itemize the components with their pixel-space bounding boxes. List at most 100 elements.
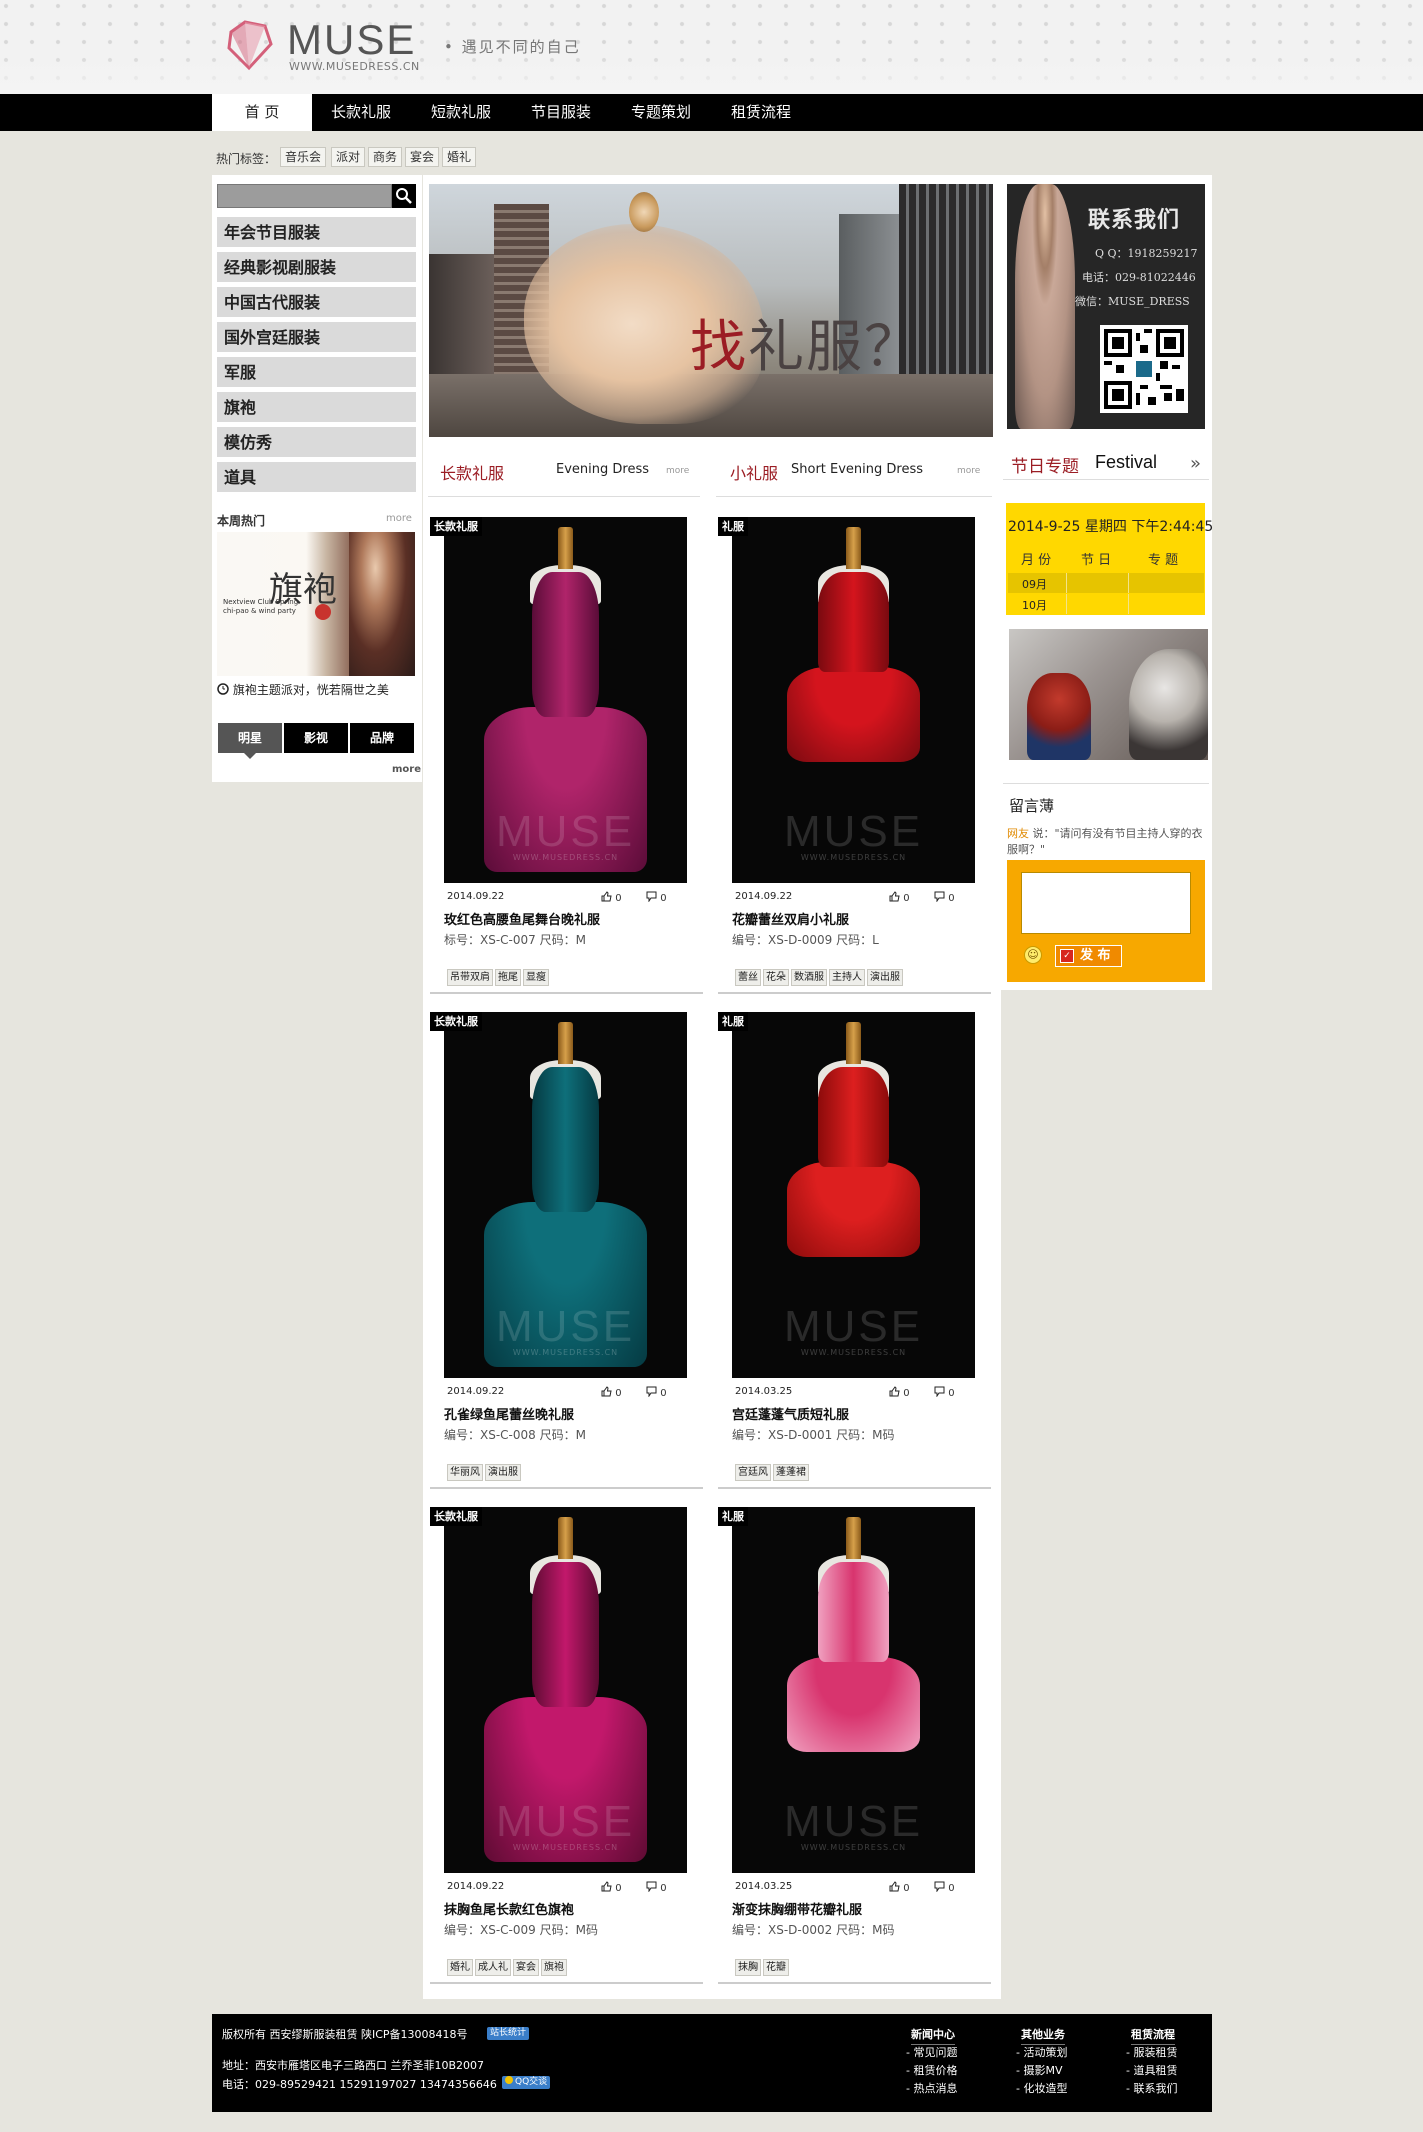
category-item[interactable]: 国外宫廷服装 — [217, 322, 416, 353]
product-tag[interactable]: 拖尾 — [495, 969, 521, 986]
like-button[interactable]: 0 — [601, 1881, 622, 1894]
product-tag[interactable]: 宴会 — [513, 1959, 539, 1976]
product-tag[interactable]: 吊带双肩 — [447, 969, 493, 986]
product-tag[interactable]: 华丽风 — [447, 1464, 483, 1481]
guestbook-textarea[interactable] — [1021, 872, 1191, 934]
nav-show-costume[interactable]: 节目服装 — [511, 94, 611, 131]
product-title[interactable]: 渐变抹胸绷带花瓣礼服 — [732, 1899, 862, 1918]
festival-photo[interactable] — [1009, 629, 1208, 760]
comment-button[interactable]: 0 — [934, 891, 955, 904]
product-title[interactable]: 宫廷蓬蓬气质短礼服 — [732, 1404, 849, 1423]
product-tag[interactable]: 主持人 — [829, 969, 865, 986]
tab-brand[interactable]: 品牌 — [350, 723, 414, 753]
product-photo[interactable]: MUSE WWW.MUSEDRESS.CN — [732, 1012, 975, 1378]
category-item[interactable]: 经典影视剧服装 — [217, 252, 416, 283]
product-title[interactable]: 孔雀绿鱼尾蕾丝晚礼服 — [444, 1404, 574, 1423]
calendar-row[interactable]: 10月 — [1008, 594, 1204, 614]
double-chevron-right-icon[interactable]: » — [1190, 453, 1201, 474]
product-card[interactable]: 礼服 MUSE WWW.MUSEDRESS.CN 2014.03.25 0 0 … — [718, 1507, 991, 1997]
product-photo[interactable]: MUSE WWW.MUSEDRESS.CN — [444, 1012, 687, 1378]
product-photo[interactable]: MUSE WWW.MUSEDRESS.CN — [444, 1507, 687, 1873]
product-tag[interactable]: 花瓣 — [763, 1959, 789, 1976]
comment-button[interactable]: 0 — [934, 1881, 955, 1894]
footer-link[interactable]: - 联系我们 — [1126, 2080, 1177, 2096]
footer-link[interactable]: - 化妆造型 — [1016, 2080, 1067, 2096]
product-card[interactable]: 礼服 MUSE WWW.MUSEDRESS.CN 2014.03.25 0 0 … — [718, 1012, 991, 1502]
calendar-row[interactable]: 09月 — [1008, 573, 1204, 593]
product-title[interactable]: 花瓣蕾丝双肩小礼服 — [732, 909, 849, 928]
footer-link[interactable]: - 租赁价格 — [906, 2062, 957, 2078]
like-button[interactable]: 0 — [601, 891, 622, 904]
diamond-logo-icon[interactable] — [225, 18, 275, 72]
product-title[interactable]: 抹胸鱼尾长款红色旗袍 — [444, 1899, 574, 1918]
product-tag[interactable]: 演出服 — [485, 1464, 521, 1481]
week-hot-caption[interactable]: 旗袍主题派对，恍若隔世之美 — [217, 681, 389, 698]
like-button[interactable]: 0 — [889, 1386, 910, 1399]
category-item[interactable]: 中国古代服装 — [217, 287, 416, 318]
product-tag[interactable]: 蕾丝 — [735, 969, 761, 986]
calendar-divider — [1066, 594, 1067, 614]
nav-rental-process[interactable]: 租赁流程 — [711, 94, 811, 131]
product-tag[interactable]: 演出服 — [867, 969, 903, 986]
footer-link[interactable]: - 摄影MV — [1016, 2062, 1062, 2078]
category-item[interactable]: 道具 — [217, 462, 416, 493]
logo-wordmark[interactable]: MUSE — [287, 16, 416, 64]
footer-link[interactable]: - 活动策划 — [1016, 2044, 1067, 2060]
comment-button[interactable]: 0 — [934, 1386, 955, 1399]
product-tag[interactable]: 旗袍 — [541, 1959, 567, 1976]
week-hot-more-link[interactable]: more — [386, 513, 412, 524]
footer-link[interactable]: - 热点消息 — [906, 2080, 957, 2096]
product-tag[interactable]: 蓬蓬裙 — [773, 1464, 809, 1481]
product-card[interactable]: 礼服 MUSE WWW.MUSEDRESS.CN 2014.09.22 0 0 … — [718, 517, 991, 1007]
product-photo[interactable]: MUSE WWW.MUSEDRESS.CN — [732, 517, 975, 883]
section-more-link[interactable]: more — [957, 466, 980, 476]
publish-button[interactable]: ✓ 发 布 — [1055, 945, 1122, 967]
product-tag[interactable]: 花朵 — [763, 969, 789, 986]
search-input[interactable] — [217, 184, 392, 208]
product-photo[interactable]: MUSE WWW.MUSEDRESS.CN — [444, 517, 687, 883]
hot-tag[interactable]: 派对 — [331, 147, 366, 167]
product-tag[interactable]: 宫廷风 — [735, 1464, 771, 1481]
footer-link[interactable]: - 服装租赁 — [1126, 2044, 1177, 2060]
nav-special[interactable]: 专题策划 — [611, 94, 711, 131]
section-more-link[interactable]: more — [666, 466, 689, 476]
nav-long-dress[interactable]: 长款礼服 — [311, 94, 411, 131]
product-card[interactable]: 长款礼服 MUSE WWW.MUSEDRESS.CN 2014.09.22 0 … — [430, 1012, 703, 1502]
product-tag[interactable]: 抹胸 — [735, 1959, 761, 1976]
hot-tag[interactable]: 宴会 — [405, 147, 440, 167]
like-button[interactable]: 0 — [889, 1881, 910, 1894]
tab-stars[interactable]: 明星 — [218, 723, 282, 753]
hot-tag[interactable]: 商务 — [368, 147, 403, 167]
tabs-more-link[interactable]: more — [392, 764, 421, 775]
like-button[interactable]: 0 — [601, 1386, 622, 1399]
comment-button[interactable]: 0 — [646, 1881, 667, 1894]
footer-link[interactable]: - 常见问题 — [906, 2044, 957, 2060]
nav-home[interactable]: 首 页 — [212, 94, 312, 131]
category-item[interactable]: 军服 — [217, 357, 416, 388]
product-tag[interactable]: 成人礼 — [475, 1959, 511, 1976]
tab-film[interactable]: 影视 — [284, 723, 348, 753]
footer-link[interactable]: - 道具租赁 — [1126, 2062, 1177, 2078]
product-photo[interactable]: MUSE WWW.MUSEDRESS.CN — [732, 1507, 975, 1873]
product-card[interactable]: 长款礼服 MUSE WWW.MUSEDRESS.CN 2014.09.22 0 … — [430, 1507, 703, 1997]
hot-tag[interactable]: 婚礼 — [442, 147, 477, 167]
comment-button[interactable]: 0 — [646, 1386, 667, 1399]
product-tag[interactable]: 显瘦 — [523, 969, 549, 986]
week-hot-image[interactable]: 旗袍 Nextview Club Spring chi-pao & wind p… — [217, 532, 415, 676]
search-button[interactable] — [392, 184, 416, 208]
category-item[interactable]: 旗袍 — [217, 392, 416, 423]
product-tag[interactable]: 数酒服 — [791, 969, 827, 986]
nav-short-dress[interactable]: 短款礼服 — [411, 94, 511, 131]
comment-button[interactable]: 0 — [646, 891, 667, 904]
product-card[interactable]: 长款礼服 MUSE WWW.MUSEDRESS.CN 2014.09.22 0 … — [430, 517, 703, 1007]
like-button[interactable]: 0 — [889, 891, 910, 904]
qq-chat-badge[interactable]: QQ交谈 — [502, 2076, 551, 2089]
category-item[interactable]: 年会节目服装 — [217, 217, 416, 248]
stats-badge[interactable]: 站长统计 — [487, 2027, 530, 2040]
smiley-icon[interactable]: ☺ — [1024, 946, 1042, 964]
product-tag[interactable]: 婚礼 — [447, 1959, 473, 1976]
product-title[interactable]: 玫红色高腰鱼尾舞台晚礼服 — [444, 909, 600, 928]
guestbook-user[interactable]: 网友 — [1007, 827, 1029, 840]
hot-tag[interactable]: 音乐会 — [280, 147, 327, 167]
category-item[interactable]: 模仿秀 — [217, 427, 416, 458]
